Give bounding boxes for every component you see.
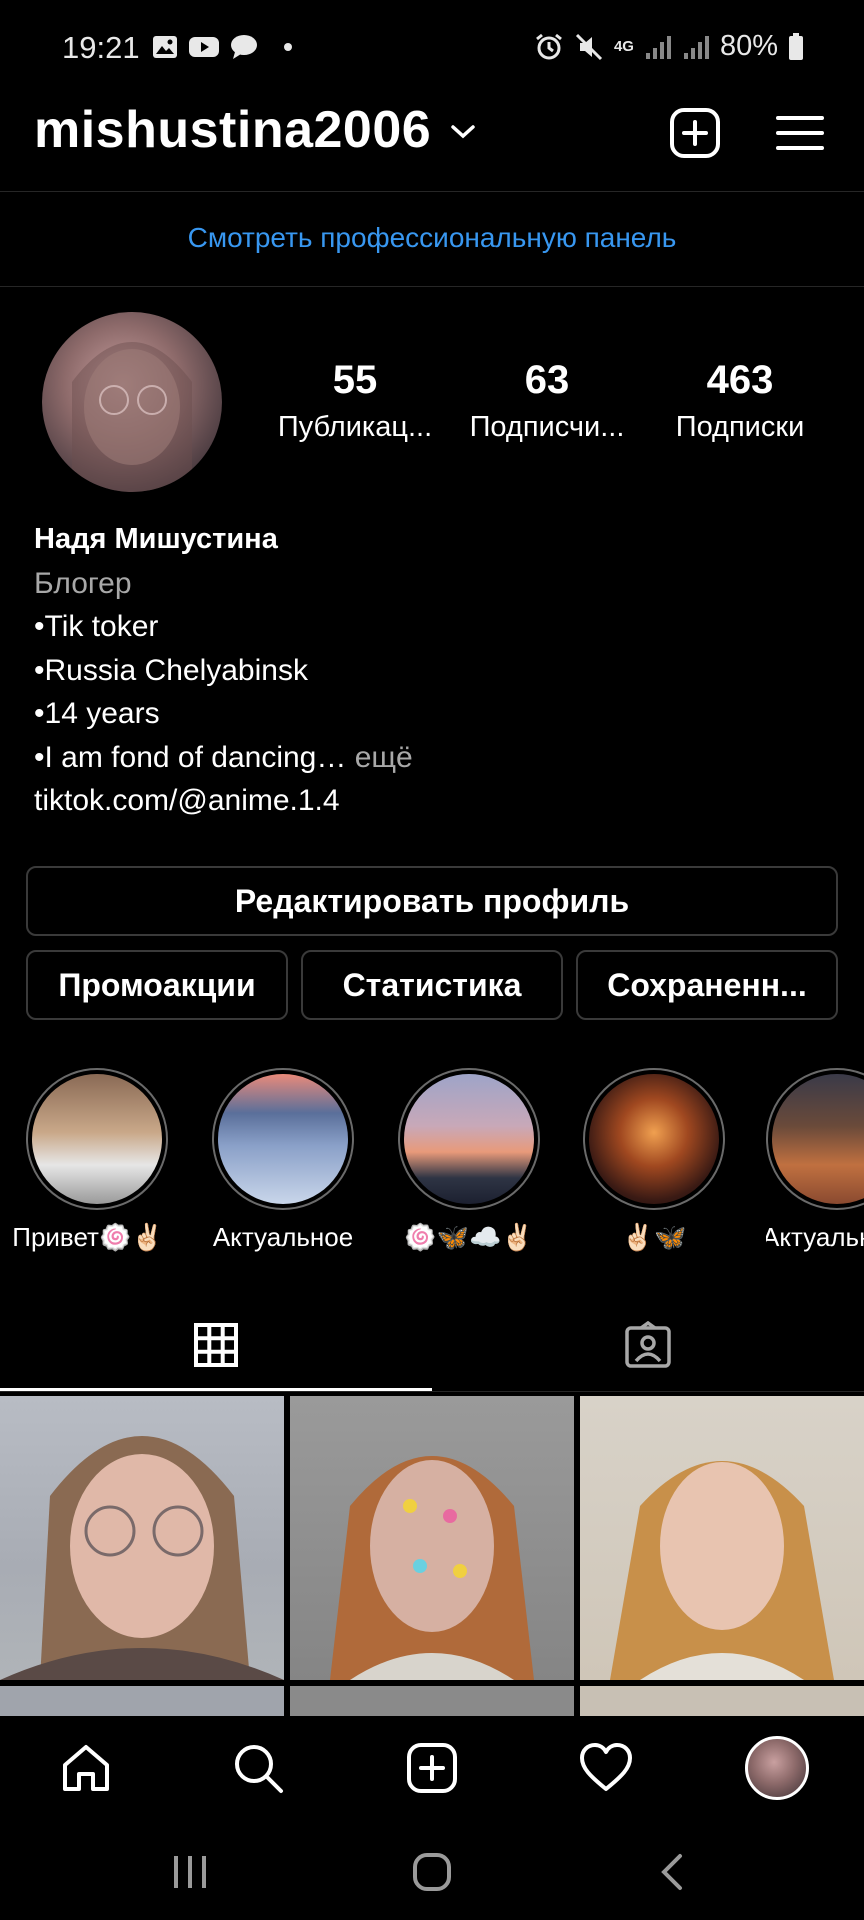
highlight-cover	[589, 1074, 719, 1204]
profile-category: Блогер	[34, 566, 132, 600]
insights-button[interactable]: Статистика	[301, 950, 563, 1020]
create-icon	[407, 1743, 457, 1793]
tab-posts-grid[interactable]	[0, 1300, 432, 1390]
divider	[0, 191, 864, 192]
highlight-label: 🍥🦋☁️✌🏻	[404, 1222, 534, 1252]
post-thumbnail[interactable]	[290, 1686, 574, 1716]
network-type: 4G	[613, 37, 634, 55]
alarm-icon	[536, 33, 562, 59]
nav-search[interactable]	[226, 1736, 290, 1800]
nav-home[interactable]	[54, 1736, 118, 1800]
highlight-cover	[218, 1074, 348, 1204]
bio-line: •Tik toker	[34, 610, 159, 643]
search-icon	[235, 1745, 283, 1793]
bio-line: •14 years	[34, 697, 160, 730]
story-highlight[interactable]: ✌🏻🦋	[581, 1068, 727, 1253]
back-icon[interactable]	[656, 1850, 688, 1894]
posts-count[interactable]: 55 Публикац...	[270, 358, 440, 444]
bio-more-link[interactable]: ещё	[346, 741, 413, 774]
edit-profile-button[interactable]: Редактировать профиль	[26, 866, 838, 936]
story-highlight[interactable]: 🍥🦋☁️✌🏻	[396, 1068, 542, 1253]
profile-name: Надя Мишустина	[34, 523, 278, 555]
gallery-icon	[153, 36, 177, 58]
grid-icon	[194, 1323, 238, 1367]
post-thumbnail[interactable]	[580, 1686, 864, 1716]
post-thumbnail[interactable]	[0, 1686, 284, 1716]
menu-icon[interactable]	[772, 106, 828, 162]
bio-link[interactable]: tiktok.com/@anime.1.4	[34, 779, 413, 823]
story-highlight[interactable]: Актуальное	[210, 1068, 356, 1253]
highlight-cover	[32, 1074, 162, 1204]
nav-create[interactable]	[400, 1736, 464, 1800]
signal-icon	[645, 35, 671, 59]
promotions-button[interactable]: Промоакции	[26, 950, 288, 1020]
signal-icon	[683, 35, 709, 59]
home-button-icon[interactable]	[410, 1850, 454, 1894]
post-thumbnail[interactable]	[580, 1396, 864, 1680]
highlight-label: Актуальное	[212, 1222, 354, 1252]
battery-icon	[789, 32, 803, 60]
post-thumbnail[interactable]	[290, 1396, 574, 1680]
following-count[interactable]: 463 Подписки	[655, 358, 825, 444]
professional-dashboard-link[interactable]: Смотреть профессиональную панель	[0, 222, 864, 254]
followers-count[interactable]: 63 Подписчи...	[460, 358, 634, 444]
profile-bio: Надя Мишустина Блогер •Tik toker •Russia…	[34, 518, 413, 823]
activity-icon	[580, 1743, 632, 1791]
chevron-down-icon[interactable]	[448, 122, 478, 142]
recent-apps-icon[interactable]	[170, 1850, 210, 1894]
bottom-nav	[0, 1716, 864, 1826]
highlight-label: Привет🍥✌🏻	[12, 1222, 164, 1252]
divider	[0, 1391, 864, 1392]
new-post-icon[interactable]	[668, 106, 724, 162]
nav-activity[interactable]	[574, 1736, 638, 1800]
highlight-cover	[772, 1074, 864, 1204]
system-nav-bar	[0, 1826, 864, 1920]
status-bar: 19:21 4G 80%	[0, 0, 864, 100]
saved-button[interactable]: Сохраненн...	[576, 950, 838, 1020]
account-switcher[interactable]: mishustina2006	[34, 100, 431, 160]
chat-icon	[231, 35, 257, 59]
home-icon	[63, 1745, 109, 1791]
tab-tagged[interactable]	[432, 1300, 864, 1390]
dot-icon	[284, 43, 292, 51]
divider	[0, 286, 864, 287]
youtube-icon	[189, 37, 219, 57]
mute-icon	[575, 33, 602, 60]
profile-header: mishustina2006	[0, 100, 864, 190]
bio-line: •I am fond of dancing…	[34, 740, 347, 774]
highlight-label: Актуальн	[766, 1222, 864, 1252]
profile-avatar[interactable]	[745, 1736, 809, 1800]
battery-percent: 80%	[719, 30, 778, 62]
story-highlight[interactable]: Привет🍥✌🏻	[12, 1068, 170, 1253]
highlight-label: ✌🏻🦋	[621, 1222, 687, 1252]
status-time: 19:21	[62, 30, 140, 65]
story-highlight[interactable]: Актуальн	[766, 1068, 864, 1253]
bio-line: •Russia Chelyabinsk	[34, 653, 308, 687]
tagged-icon	[625, 1321, 671, 1368]
post-thumbnail[interactable]	[0, 1396, 284, 1680]
highlight-cover	[404, 1074, 534, 1204]
profile-avatar[interactable]	[42, 312, 222, 492]
